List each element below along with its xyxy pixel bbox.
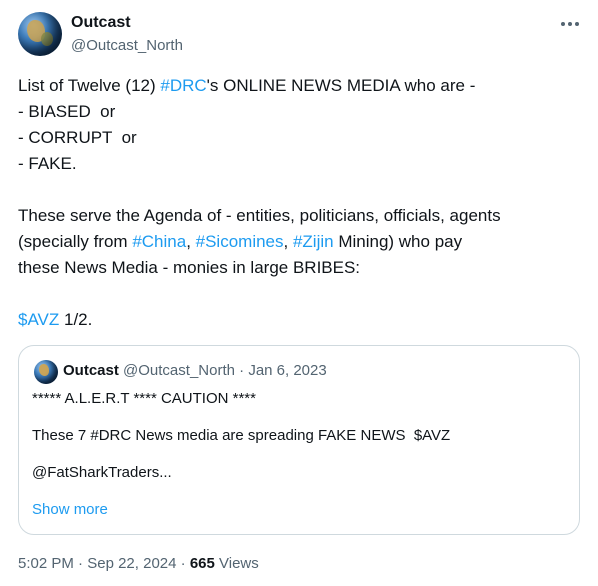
quoted-line: These 7 #DRC News media are spreading FA… [32, 427, 451, 444]
views-count: 665 [189, 555, 215, 572]
more-options-button[interactable] [556, 12, 584, 36]
tweet-line: $AVZ 1/2. [18, 310, 93, 329]
quoted-header: Outcast @Outcast_North · Jan 6, 2023 [63, 362, 327, 379]
tweet-footer: 5:02 PM · Sep 22, 2024 · 665 Views [18, 555, 259, 572]
quoted-line: @FatSharkTraders... [32, 464, 172, 481]
quoted-avatar [34, 360, 58, 384]
quoted-line: ***** A.L.E.R.T **** CAUTION **** [32, 390, 256, 407]
hashtag-link[interactable]: #China [132, 232, 186, 251]
tweet-line: These serve the Agenda of - entities, po… [18, 206, 501, 225]
quoted-date: Jan 6, 2023 [248, 362, 327, 379]
more-horizontal-icon [561, 22, 579, 26]
show-more-link[interactable]: Show more [32, 501, 108, 518]
hashtag-link[interactable]: #Zijin [293, 232, 334, 251]
tweet-line: (specially from #China, #Sicomines, #Zij… [18, 232, 463, 251]
quoted-tweet[interactable]: Outcast @Outcast_North · Jan 6, 2023 ***… [18, 345, 580, 535]
hashtag-link[interactable]: #DRC [160, 76, 206, 95]
tweet-line: these News Media - monies in large BRIBE… [18, 258, 361, 277]
post-date[interactable]: Sep 22, 2024 [87, 555, 176, 572]
tweet-line: - FAKE. [18, 154, 77, 173]
hashtag-link[interactable]: #Sicomines [196, 232, 284, 251]
views-label: Views [214, 555, 259, 572]
tweet-line: - BIASED or [18, 102, 116, 121]
quoted-author-name: Outcast [63, 362, 119, 379]
quoted-text: ***** A.L.E.R.T **** CAUTION **** These … [32, 389, 567, 482]
tweet-line: - CORRUPT or [18, 128, 137, 147]
author-name[interactable]: Outcast [71, 14, 131, 32]
author-handle[interactable]: @Outcast_North [71, 37, 183, 54]
tweet: Outcast @Outcast_North List of Twelve (1… [0, 0, 598, 586]
quoted-author-handle: @Outcast_North [123, 362, 235, 379]
tweet-text: List of Twelve (12) #DRC's ONLINE NEWS M… [18, 73, 583, 333]
cashtag-link[interactable]: $AVZ [18, 310, 59, 329]
tweet-line: List of Twelve (12) #DRC's ONLINE NEWS M… [18, 76, 476, 95]
avatar[interactable] [18, 12, 62, 56]
timestamp[interactable]: 5:02 PM [18, 555, 74, 572]
